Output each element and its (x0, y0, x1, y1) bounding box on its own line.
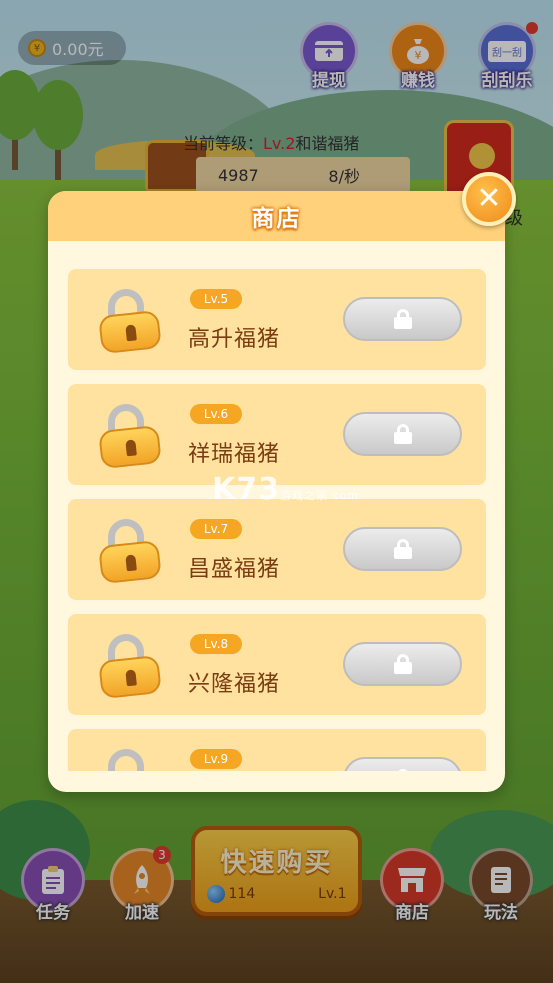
lock-icon (393, 424, 412, 444)
watermark-sub: 游戏之家 (280, 489, 328, 502)
shop-item: Lv.6 祥瑞福猪 (68, 384, 486, 485)
item-level-badge: Lv.5 (190, 289, 242, 309)
locked-buy-button[interactable] (343, 757, 462, 771)
item-level-badge: Lv.9 (190, 749, 242, 769)
lock-icon (393, 654, 412, 674)
shop-item: Lv.7 昌盛福猪 (68, 499, 486, 600)
item-name: 兴隆福猪 (188, 672, 281, 697)
shop-dialog-header: 商店 (48, 191, 505, 241)
watermark-main: K73 (212, 472, 280, 507)
shop-item: Lv.5 高升福猪 (68, 269, 486, 370)
item-level-badge: Lv.8 (190, 634, 242, 654)
item-name: 高升福猪 (188, 327, 281, 352)
item-name: 祥瑞福猪 (188, 442, 281, 467)
padlock-icon (98, 749, 162, 771)
locked-buy-button[interactable] (343, 642, 462, 686)
padlock-icon (98, 634, 162, 700)
lock-icon (393, 539, 412, 559)
shop-dialog-title: 商店 (251, 206, 302, 232)
locked-buy-button[interactable] (343, 412, 462, 456)
k73-watermark: K73游戏之家.com (212, 472, 359, 507)
close-icon: ✕ (476, 181, 502, 216)
close-button[interactable]: ✕ (462, 172, 516, 226)
locked-buy-button[interactable] (343, 297, 462, 341)
shop-item-list[interactable]: Lv.5 高升福猪 Lv.6 祥瑞福猪 Lv.7 昌盛福猪 Lv.8 兴隆福猪 (68, 269, 486, 771)
padlock-icon (98, 289, 162, 355)
watermark-domain: .com (328, 489, 359, 502)
padlock-icon (98, 519, 162, 585)
lock-icon (394, 769, 412, 771)
item-level-badge: Lv.7 (190, 519, 242, 539)
locked-buy-button[interactable] (343, 527, 462, 571)
shop-item: Lv.8 兴隆福猪 (68, 614, 486, 715)
shop-item: Lv.9 (68, 729, 486, 771)
padlock-icon (98, 404, 162, 470)
lock-icon (393, 309, 412, 329)
item-level-badge: Lv.6 (190, 404, 242, 424)
item-name: 昌盛福猪 (188, 557, 281, 582)
